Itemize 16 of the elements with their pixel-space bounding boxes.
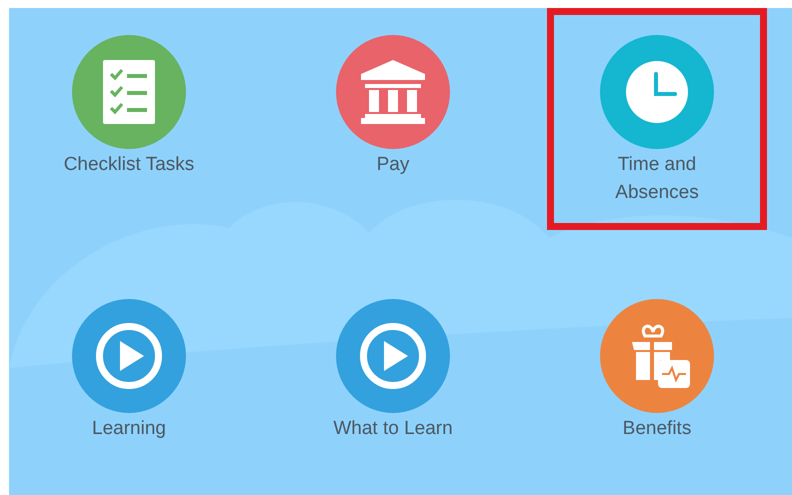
bank-icon	[361, 60, 425, 124]
app-tile[interactable]: Benefits	[547, 272, 767, 494]
play-icon	[96, 323, 162, 389]
app-label: Benefits	[622, 417, 692, 441]
clock-icon	[626, 61, 688, 123]
app-label: Learning	[91, 417, 167, 441]
app-tile[interactable]: Pay	[283, 8, 503, 230]
app-label: What to Learn	[332, 417, 454, 441]
app-tile[interactable]: What to Learn	[283, 272, 503, 494]
app-label: Pay	[376, 153, 410, 177]
checklist-icon	[103, 60, 155, 124]
app-label: Time and Absences	[614, 153, 700, 205]
app-label: Checklist Tasks	[62, 153, 196, 177]
play-icon	[360, 323, 426, 389]
app-tile[interactable]: Checklist Tasks	[19, 8, 239, 230]
highlighted-app-tile[interactable]: Time and Absences	[547, 8, 767, 230]
